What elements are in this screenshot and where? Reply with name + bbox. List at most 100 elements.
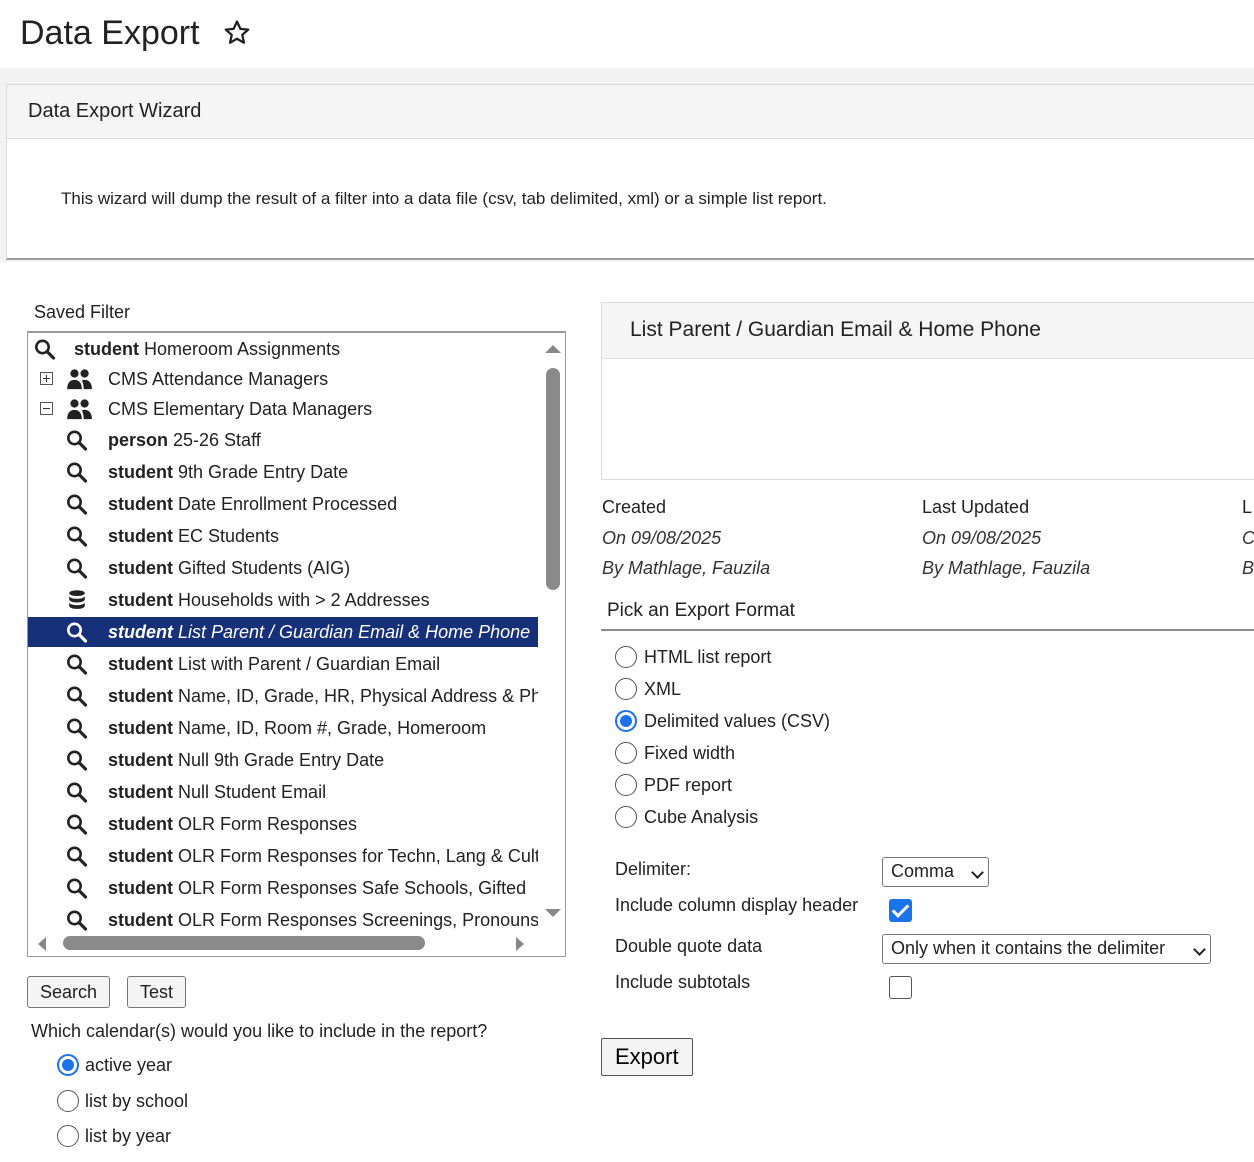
- scroll-down-icon[interactable]: [545, 909, 561, 917]
- filter-item-type: person: [108, 430, 169, 450]
- filter-item-name: OLR Form Responses Safe Schools, Gifted: [173, 878, 527, 898]
- search-icon: [65, 781, 89, 803]
- subtotals-checkbox[interactable]: [889, 976, 912, 999]
- third-column-by: B: [1242, 558, 1254, 578]
- expand-icon[interactable]: [40, 372, 53, 385]
- scroll-up-icon[interactable]: [545, 345, 561, 353]
- filter-item[interactable]: student Date Enrollment Processed: [28, 489, 538, 519]
- created-by: By Mathlage, Fauzila: [602, 558, 771, 578]
- horizontal-scroll-thumb[interactable]: [63, 936, 425, 950]
- filter-item-type: student: [108, 494, 173, 514]
- filter-item[interactable]: student Homeroom Assignments: [28, 334, 538, 364]
- filter-item-type: student: [108, 590, 173, 610]
- filter-item-name: Null 9th Grade Entry Date: [173, 750, 385, 770]
- last-updated-on: On 09/08/2025: [922, 528, 1042, 548]
- filter-item-type: student: [108, 782, 173, 802]
- filter-item-name: EC Students: [173, 526, 280, 546]
- third-column-label: L: [1242, 497, 1253, 517]
- main-content: Saved Filter student Homeroom Assignment…: [0, 262, 1254, 1162]
- filter-item[interactable]: student OLR Form Responses: [28, 809, 538, 839]
- filter-item[interactable]: student List with Parent / Guardian Emai…: [28, 649, 538, 679]
- filter-item[interactable]: student Null 9th Grade Entry Date: [28, 745, 538, 775]
- export-format-label: XML: [644, 679, 682, 699]
- export-format-radio[interactable]: [615, 774, 637, 796]
- wizard-description: This wizard will dump the result of a fi…: [61, 189, 827, 208]
- filter-item[interactable]: CMS Elementary Data Managers: [28, 394, 538, 424]
- export-format-label: HTML list report: [644, 647, 772, 667]
- filter-item-label: student Null 9th Grade Entry Date: [108, 745, 384, 775]
- saved-filter-list[interactable]: student Homeroom Assignments CMS Attendan…: [27, 331, 566, 957]
- filter-item-label: student Name, ID, Room #, Grade, Homeroo…: [108, 713, 486, 743]
- export-button[interactable]: Export: [601, 1038, 693, 1076]
- filter-item-label: student Null Student Email: [108, 777, 326, 807]
- calendar-option-radio[interactable]: [57, 1054, 79, 1076]
- export-format-radio[interactable]: [615, 742, 637, 764]
- filter-item[interactable]: student Households with > 2 Addresses: [28, 585, 538, 615]
- search-icon: [65, 621, 89, 643]
- filter-item[interactable]: student OLR Form Responses Safe Schools,…: [28, 873, 538, 903]
- vertical-scroll-thumb[interactable]: [546, 368, 560, 590]
- filter-item-label: student Date Enrollment Processed: [108, 489, 397, 519]
- calendar-option-label: list by year: [85, 1126, 172, 1146]
- filter-item-type: student: [108, 814, 173, 834]
- collapse-icon[interactable]: [40, 402, 53, 415]
- filter-item-label: student Name, ID, Grade, HR, Physical Ad…: [108, 681, 538, 711]
- column-header-checkbox[interactable]: [889, 899, 912, 922]
- filter-item[interactable]: CMS Attendance Managers: [28, 364, 538, 394]
- search-icon: [65, 461, 89, 483]
- search-icon: [65, 909, 89, 931]
- filter-item[interactable]: student Name, ID, Grade, HR, Physical Ad…: [28, 681, 538, 711]
- export-format-radio[interactable]: [615, 806, 637, 828]
- search-icon: [65, 429, 89, 451]
- calendar-option-radio[interactable]: [57, 1125, 79, 1147]
- filter-item-name: Null Student Email: [173, 782, 327, 802]
- search-icon: [65, 525, 89, 547]
- filter-item-name: OLR Form Responses for Techn, Lang & Cul…: [173, 846, 538, 866]
- last-updated-by: By Mathlage, Fauzila: [922, 558, 1091, 578]
- test-button[interactable]: Test: [127, 976, 187, 1008]
- export-format-radio[interactable]: [615, 710, 637, 732]
- delimiter-select[interactable]: Comma: [882, 857, 989, 887]
- filter-item[interactable]: person 25-26 Staff: [28, 425, 538, 455]
- scroll-left-icon[interactable]: [38, 937, 46, 951]
- vertical-scrollbar[interactable]: [538, 333, 565, 937]
- double-quote-value: Only when it contains the delimiter: [891, 938, 1166, 958]
- filter-item-label: student List with Parent / Guardian Emai…: [108, 649, 440, 679]
- filter-item-label: student OLR Form Responses: [108, 809, 357, 839]
- filter-item-type: student: [108, 462, 173, 482]
- star-icon[interactable]: [222, 18, 252, 48]
- horizontal-scrollbar[interactable]: [28, 932, 565, 956]
- calendar-option-radio[interactable]: [57, 1089, 79, 1112]
- filter-item-label: student List Parent / Guardian Email & H…: [108, 617, 530, 647]
- search-icon: [65, 845, 89, 867]
- export-format-label: PDF report: [644, 775, 733, 795]
- filter-item-label: student 9th Grade Entry Date: [108, 457, 348, 487]
- filter-item[interactable]: student OLR Form Responses for Techn, La…: [28, 841, 538, 871]
- scroll-right-icon[interactable]: [516, 937, 524, 951]
- filter-item-label: student Households with > 2 Addresses: [108, 585, 430, 615]
- filter-item-name: OLR Form Responses: [173, 814, 358, 834]
- filter-item-type: student: [108, 878, 173, 898]
- filter-item-type: student: [108, 654, 173, 674]
- search-button[interactable]: Search: [27, 976, 111, 1008]
- filter-item[interactable]: student OLR Form Responses Screenings, P…: [28, 905, 538, 935]
- filter-item[interactable]: student Null Student Email: [28, 777, 538, 807]
- filter-item[interactable]: student Gifted Students (AIG): [28, 553, 538, 583]
- database-icon: [65, 589, 89, 611]
- export-format-radio[interactable]: [615, 646, 637, 668]
- filter-item-name: List with Parent / Guardian Email: [173, 654, 441, 674]
- filter-item-name: List Parent / Guardian Email & Home Phon…: [173, 622, 531, 642]
- filter-item[interactable]: student Name, ID, Room #, Grade, Homeroo…: [28, 713, 538, 743]
- export-format-radio[interactable]: [615, 678, 637, 700]
- double-quote-select[interactable]: Only when it contains the delimiter: [882, 934, 1211, 964]
- export-format-label: Pick an Export Format: [607, 600, 795, 621]
- filter-item-selected[interactable]: student List Parent / Guardian Email & H…: [28, 617, 538, 647]
- filter-item[interactable]: student 9th Grade Entry Date: [28, 457, 538, 487]
- filter-item[interactable]: student EC Students: [28, 521, 538, 551]
- filter-item-name: Households with > 2 Addresses: [173, 590, 430, 610]
- filter-item-type: student: [108, 622, 173, 642]
- filter-item-type: student: [74, 339, 139, 359]
- export-format-label: Cube Analysis: [644, 807, 759, 827]
- subtotals-label: Include subtotals: [615, 972, 751, 992]
- filter-item-type: student: [108, 910, 173, 930]
